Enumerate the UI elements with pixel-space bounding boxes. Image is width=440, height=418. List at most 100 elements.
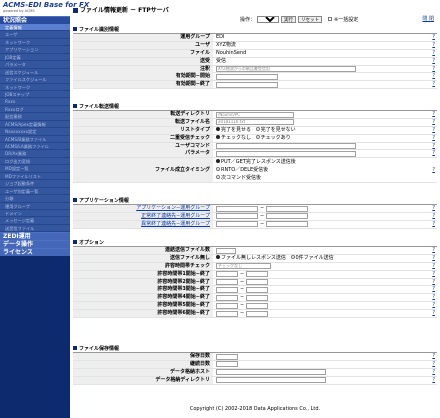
timing-rnto-dele-radio[interactable] — [216, 167, 220, 172]
time-start-input[interactable] — [216, 302, 238, 309]
sidebar-item[interactable]: Rxxxログ — [0, 105, 70, 114]
help-icon[interactable]: ? — [432, 58, 435, 65]
sidebar-item[interactable]: ネットワーク — [0, 83, 70, 91]
list-type-hide-radio[interactable] — [255, 126, 260, 131]
help-icon[interactable]: ? — [432, 369, 435, 376]
zero-file-send-radio[interactable] — [290, 254, 295, 259]
sidebar-item[interactable]: ユーザ — [0, 31, 70, 39]
application-input-2[interactable] — [266, 205, 309, 212]
time-start-input[interactable] — [216, 279, 238, 286]
sidebar-item[interactable]: ACMS/B業務ファイル — [0, 135, 70, 143]
sidebar-item[interactable]: MD設定一覧 — [0, 165, 70, 173]
help-icon[interactable]: ? — [432, 213, 435, 220]
time-start-input[interactable] — [216, 271, 238, 278]
sidebar-item[interactable]: ドメイン — [0, 209, 70, 218]
no-file-response-radio[interactable] — [216, 254, 220, 259]
help-icon[interactable]: ? — [432, 135, 435, 142]
time-start-input[interactable] — [216, 294, 238, 301]
sidebar-item[interactable]: ACMS/LA業務ファイル — [0, 143, 70, 151]
user-command-input[interactable] — [216, 143, 356, 150]
sidebar-item[interactable]: ユーザ別定義一覧 — [0, 187, 70, 196]
help-icon[interactable]: ? — [432, 294, 435, 301]
help-icon[interactable]: ? — [432, 158, 435, 182]
sidebar-item[interactable]: 送信スケジュール — [0, 68, 70, 77]
sidebar-item[interactable]: 送受信ファイル — [0, 224, 70, 233]
help-icon[interactable]: ? — [432, 81, 435, 88]
sidebar-section[interactable]: 状況照会 — [0, 16, 70, 24]
help-icon[interactable]: ? — [432, 150, 435, 157]
sidebar-item[interactable]: MDファイルリスト — [0, 172, 70, 181]
bulk-setting-checkbox[interactable] — [328, 17, 333, 21]
application-input-1[interactable] — [216, 205, 258, 212]
sidebar-item[interactable]: Naxxxxxxx設定 — [0, 128, 70, 136]
application-link[interactable]: 正常終了連絡先−運用グループ — [73, 212, 213, 220]
sidebar-item[interactable]: 運用グループ — [0, 202, 70, 210]
help-icon[interactable]: ? — [432, 66, 435, 73]
help-icon[interactable]: ? — [432, 73, 435, 80]
application-input-2[interactable] — [266, 221, 309, 228]
transfer-filename-input[interactable]: 20181116.txt — [216, 119, 294, 126]
help-icon[interactable]: ? — [432, 271, 435, 278]
sidebar-section[interactable]: ZEDI運用 — [0, 232, 70, 241]
application-input-1[interactable] — [216, 221, 258, 228]
list-type-show-radio[interactable] — [216, 126, 220, 131]
time-end-input[interactable] — [246, 271, 269, 278]
sidebar-item[interactable]: ACMS/Apex定義情報 — [0, 120, 70, 129]
duplicate-check-on-radio[interactable] — [255, 134, 260, 139]
time-start-input[interactable] — [216, 286, 238, 293]
time-end-input[interactable] — [246, 302, 269, 309]
help-icon[interactable]: ? — [432, 127, 435, 134]
sidebar-section[interactable]: データ操作 — [0, 240, 70, 249]
help-icon[interactable]: ? — [432, 50, 435, 57]
application-link[interactable]: アプリケーション−運用グループ — [73, 205, 213, 212]
sidebar-item[interactable]: アプリケーション — [0, 46, 70, 54]
sidebar-section[interactable]: ライセンス — [0, 248, 70, 257]
sidebar-item[interactable]: JOBステップ — [0, 90, 70, 99]
storage-input[interactable] — [216, 353, 238, 360]
storage-input[interactable] — [216, 361, 238, 368]
sidebar-item[interactable]: ジョブ起動条件 — [0, 180, 70, 188]
help-icon[interactable]: ? — [432, 205, 435, 212]
help-icon[interactable]: ? — [432, 111, 435, 118]
help-icon[interactable]: ? — [432, 263, 435, 270]
timing-next-command-radio[interactable] — [216, 175, 220, 180]
time-start-input[interactable] — [216, 310, 238, 317]
linked-file-count-input[interactable] — [216, 247, 236, 254]
sidebar-item[interactable]: 配信業務 — [0, 113, 70, 121]
help-icon[interactable]: ? — [432, 279, 435, 286]
application-input-1[interactable] — [216, 213, 258, 220]
operation-select[interactable] — [257, 15, 280, 23]
help-icon[interactable]: ? — [432, 353, 435, 360]
comment-input[interactable]: XYZ物流からの納品書受信用 — [216, 66, 356, 73]
sidebar-item[interactable]: Rxxx — [0, 98, 70, 106]
execute-button[interactable]: 実行 — [281, 15, 297, 23]
sidebar-item[interactable]: 定義情報 — [0, 24, 70, 32]
storage-input[interactable] — [216, 369, 326, 376]
time-window-check-select[interactable]: チェックなし — [216, 263, 271, 270]
help-icon[interactable]: ? — [432, 302, 435, 309]
time-end-input[interactable] — [246, 294, 269, 301]
help-icon[interactable]: ? — [432, 34, 435, 41]
sidebar-item[interactable]: JOB定義 — [0, 53, 70, 62]
help-icon[interactable]: ? — [432, 310, 435, 317]
sidebar-item[interactable]: 分類 — [0, 195, 70, 203]
help-icon[interactable]: ? — [432, 221, 435, 228]
help-link[interactable]: 閉 閉 — [422, 15, 434, 22]
parameter-input[interactable] — [216, 150, 356, 157]
transfer-directory-input[interactable]: /Nouhin/PC — [216, 111, 294, 118]
sidebar-item[interactable]: パラメータ — [0, 61, 70, 69]
help-icon[interactable]: ? — [432, 286, 435, 293]
time-end-input[interactable] — [246, 279, 269, 286]
sidebar-item[interactable]: ネットワーク — [0, 38, 70, 47]
application-input-2[interactable] — [266, 213, 309, 220]
help-icon[interactable]: ? — [432, 42, 435, 49]
sidebar-item[interactable]: ログ出力変換 — [0, 157, 70, 166]
date-input[interactable] — [216, 81, 278, 88]
duplicate-check-off-radio[interactable] — [216, 134, 220, 139]
help-icon[interactable]: ? — [432, 377, 435, 384]
time-end-input[interactable] — [246, 286, 269, 293]
sidebar-item[interactable]: ファイルスケジュール — [0, 76, 70, 84]
storage-input[interactable] — [216, 377, 326, 384]
date-input[interactable] — [216, 73, 278, 80]
help-icon[interactable]: ? — [432, 119, 435, 126]
